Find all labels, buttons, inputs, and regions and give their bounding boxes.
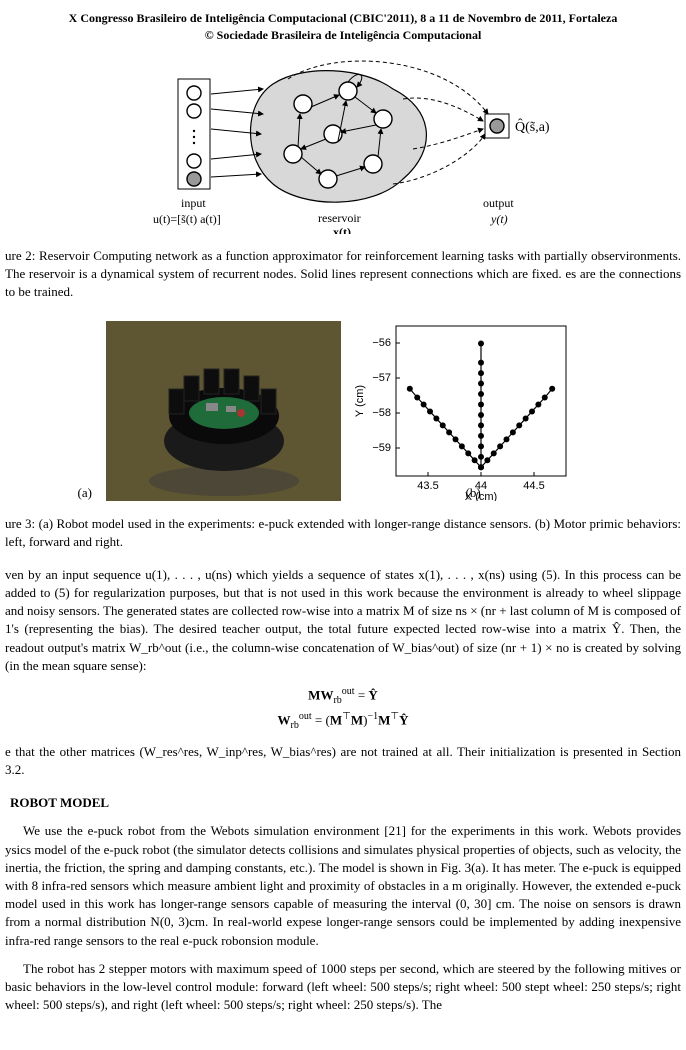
q-formula-text: Q̂(s̃,a) [515, 118, 550, 135]
equation-2: Wrbout = (M⊤M)−1M⊤Ŷ [0, 710, 686, 733]
section-robot-model: ROBOT MODEL [10, 794, 686, 812]
figure-3-caption: ure 3: (a) Robot model used in the exper… [0, 515, 686, 551]
paragraph-2: e that the other matrices (W_res^res, W_… [0, 743, 686, 779]
equation-1: MWrbout = Ŷ [0, 685, 686, 708]
output-formula: y(t) [490, 212, 508, 226]
header-line2: © Sociedade Brasileira de Inteligência C… [0, 27, 686, 44]
reservoir-formula: x(t) [333, 225, 351, 234]
ytick-58: −58 [372, 407, 391, 419]
conference-header: X Congresso Brasileiro de Inteligência C… [0, 10, 686, 44]
header-line1: X Congresso Brasileiro de Inteligência C… [0, 10, 686, 27]
reservoir-diagram: Q̂(s̃,a) input u(t)=[s̃(t) a(t)] reservo… [133, 59, 553, 234]
input-label: input [181, 196, 206, 210]
figure-2: Q̂(s̃,a) input u(t)=[s̃(t) a(t)] reservo… [0, 59, 686, 239]
reservoir-label: reservoir [318, 211, 361, 225]
paragraph-3: We use the e-puck robot from the Webots … [0, 822, 686, 949]
ytick-56: −56 [372, 337, 391, 349]
fig3-label-a: (a) [78, 484, 363, 502]
robot-image [106, 321, 341, 501]
figure-3: (a) −56 −57 −58 −59 43.5 44 [0, 316, 686, 506]
motor-primitives-chart: −56 −57 −58 −59 43.5 44 44.5 X (cm) Y (c… [351, 316, 581, 501]
equation-block: MWrbout = Ŷ Wrbout = (M⊤M)−1M⊤Ŷ [0, 685, 686, 733]
ytick-59: −59 [372, 442, 391, 454]
output-label: output [483, 196, 514, 210]
ytick-57: −57 [372, 372, 391, 384]
paragraph-1: ven by an input sequence u(1), . . . , u… [0, 566, 686, 675]
input-formula: u(t)=[s̃(t) a(t)] [153, 212, 221, 226]
ylabel: Y (cm) [354, 385, 366, 417]
paragraph-4: The robot has 2 stepper motors with maxi… [0, 960, 686, 1015]
figure-2-caption: ure 2: Reservoir Computing network as a … [0, 247, 686, 302]
xtick-43.5: 43.5 [417, 480, 438, 492]
fig3-label-b: (b) [466, 484, 603, 502]
